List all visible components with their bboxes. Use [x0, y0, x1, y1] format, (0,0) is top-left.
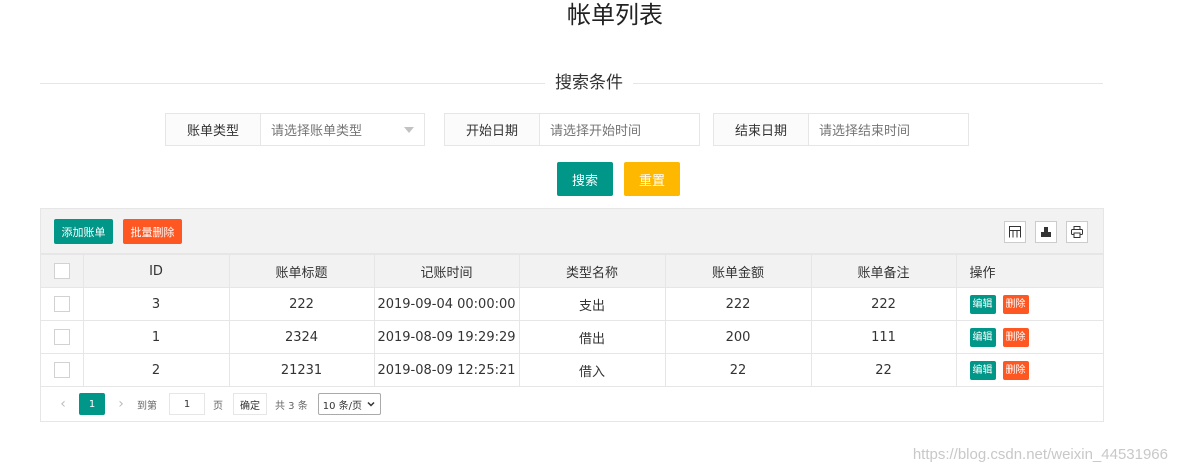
end-date-input[interactable]: 请选择结束时间	[809, 114, 968, 145]
cell-amount: 222	[664, 287, 812, 321]
cell-note: 22	[810, 353, 957, 387]
chevron-down-icon	[404, 127, 414, 133]
bill-type-filter: 账单类型 请选择账单类型	[165, 113, 425, 146]
goto-label: 到第	[137, 400, 157, 412]
edit-button[interactable]: 编辑	[969, 327, 996, 347]
end-date-label: 结束日期	[714, 114, 809, 145]
cell-title: 21231	[228, 353, 375, 387]
pagination: ‹ 1 › 到第 1 页 确定 共 3 条 10 条/页	[41, 387, 1103, 421]
cell-time: 2019-08-09 19:29:29	[373, 320, 520, 354]
cell-note: 222	[810, 287, 957, 321]
start-date-filter: 开始日期 请选择开始时间	[444, 113, 700, 146]
cell-title: 222	[228, 287, 375, 321]
page-title: 帐单列表	[567, 1, 663, 29]
cell-type: 借入	[518, 353, 666, 387]
table-row: 1 2324 2019-08-09 19:29:29 借出 200 111 编辑…	[41, 320, 1103, 354]
select-all-checkbox[interactable]	[53, 263, 70, 279]
cell-title: 2324	[228, 320, 375, 354]
cell-amount: 200	[664, 320, 812, 354]
table-row: 3 222 2019-09-04 00:00:00 支出 222 222 编辑删…	[41, 287, 1103, 321]
add-bill-button[interactable]: 添加账单	[54, 219, 113, 244]
delete-button[interactable]: 删除	[1002, 360, 1029, 380]
cell-id: 2	[82, 353, 230, 387]
bill-table: ID 账单标题 记账时间 类型名称 账单金额 账单备注 操作 3 222 201…	[41, 254, 1103, 387]
column-header[interactable]: 账单金额	[664, 254, 812, 288]
goto-page-input[interactable]: 1	[169, 393, 205, 415]
row-checkbox[interactable]	[53, 362, 70, 378]
export-icon[interactable]	[1035, 221, 1057, 243]
search-button[interactable]: 搜索	[557, 162, 613, 196]
start-date-label: 开始日期	[445, 114, 540, 145]
cell-type: 借出	[518, 320, 666, 354]
column-header[interactable]: 类型名称	[518, 254, 666, 288]
edit-button[interactable]: 编辑	[969, 294, 996, 314]
cell-time: 2019-08-09 12:25:21	[373, 353, 520, 387]
cell-actions: 编辑 删除	[955, 320, 1103, 354]
column-header[interactable]: 账单标题	[228, 254, 375, 288]
cell-id: 3	[82, 287, 230, 321]
cell-type: 支出	[518, 287, 666, 321]
page-unit-label: 页	[213, 400, 223, 412]
watermark: https://blog.csdn.net/weixin_44531966	[912, 446, 1168, 463]
start-date-input[interactable]: 请选择开始时间	[540, 114, 699, 145]
end-date-filter: 结束日期 请选择结束时间	[713, 113, 969, 146]
delete-button[interactable]: 删除	[1002, 327, 1029, 347]
page-size-value: 10 条/页	[322, 400, 363, 412]
cell-amount: 22	[664, 353, 812, 387]
table-toolbar: 添加账单 批量删除	[41, 209, 1103, 254]
page-size-select[interactable]: 10 条/页	[317, 393, 382, 415]
select-all-cell[interactable]	[41, 254, 84, 288]
total-count: 共 3 条	[275, 400, 308, 412]
cell-id: 1	[82, 320, 230, 354]
cell-time: 2019-09-04 00:00:00	[373, 287, 520, 321]
current-page[interactable]: 1	[79, 393, 105, 415]
batch-delete-button[interactable]: 批量删除	[123, 219, 182, 244]
search-legend: 搜索条件	[545, 72, 633, 94]
cell-note: 111	[810, 320, 957, 354]
cell-actions: 编辑 删除	[955, 287, 1103, 321]
row-checkbox[interactable]	[53, 296, 70, 312]
bill-type-label: 账单类型	[166, 114, 261, 145]
next-page-icon[interactable]: ›	[111, 396, 131, 412]
bill-type-select[interactable]: 请选择账单类型	[261, 114, 424, 145]
goto-confirm-button[interactable]: 确定	[233, 393, 267, 415]
end-date-placeholder: 请选择结束时间	[819, 124, 911, 139]
prev-page-icon[interactable]: ‹	[53, 396, 73, 412]
chevron-down-icon	[367, 401, 375, 407]
cell-actions: 编辑 删除	[955, 353, 1103, 387]
column-header[interactable]: 账单备注	[810, 254, 957, 288]
column-header[interactable]: ID	[82, 254, 230, 288]
edit-button[interactable]: 编辑	[969, 360, 996, 380]
table-row: 2 21231 2019-08-09 12:25:21 借入 22 22 编辑删…	[41, 353, 1103, 387]
bill-table-panel: 添加账单 批量删除 ID 账单标题 记账时间 类型名称 账单金额 账单备注 操作	[40, 208, 1104, 422]
print-icon[interactable]	[1066, 221, 1088, 243]
columns-icon[interactable]	[1004, 221, 1026, 243]
start-date-placeholder: 请选择开始时间	[550, 124, 642, 139]
column-header: 操作	[955, 254, 1103, 288]
bill-type-placeholder: 请选择账单类型	[271, 124, 363, 139]
column-header[interactable]: 记账时间	[373, 254, 520, 288]
row-checkbox[interactable]	[53, 329, 70, 345]
table-header-row: ID 账单标题 记账时间 类型名称 账单金额 账单备注 操作	[41, 254, 1103, 288]
delete-button[interactable]: 删除	[1002, 294, 1029, 314]
reset-button[interactable]: 重置	[624, 162, 680, 196]
